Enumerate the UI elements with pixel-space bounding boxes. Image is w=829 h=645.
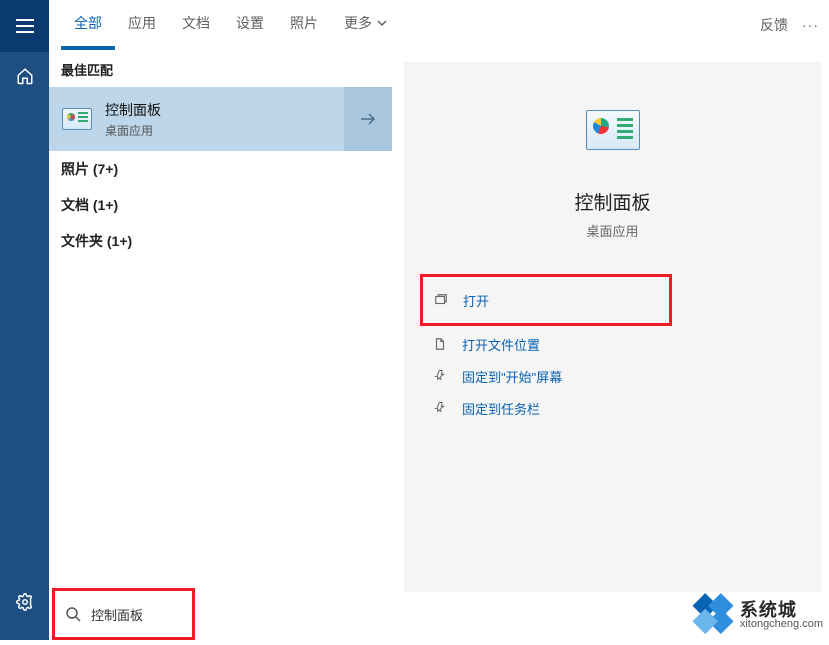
watermark-logo-icon xyxy=(683,585,742,644)
action-label: 打开 xyxy=(463,291,489,310)
preview-panel: 控制面板 桌面应用 打开 打开文件位置 固定到"开始"屏幕 固定到任务栏 xyxy=(404,62,821,592)
tab-more[interactable]: 更多 xyxy=(331,0,400,50)
search-input[interactable] xyxy=(91,607,185,622)
tab-apps[interactable]: 应用 xyxy=(115,0,169,50)
action-pin-start[interactable]: 固定到"开始"屏幕 xyxy=(422,360,821,392)
tab-photos[interactable]: 照片 xyxy=(277,0,331,50)
watermark-en: xitongcheng.com xyxy=(740,619,823,630)
tab-all[interactable]: 全部 xyxy=(61,0,115,50)
menu-button[interactable] xyxy=(0,0,49,52)
feedback-link[interactable]: 反馈 xyxy=(748,15,800,35)
preview-title: 控制面板 xyxy=(574,188,650,215)
home-icon xyxy=(16,67,34,85)
expand-button[interactable] xyxy=(344,87,392,151)
search-icon xyxy=(65,606,81,622)
tab-settings[interactable]: 设置 xyxy=(223,0,277,50)
open-icon xyxy=(433,292,449,308)
action-list: 打开 打开文件位置 固定到"开始"屏幕 固定到任务栏 xyxy=(404,240,821,424)
cortana-sidebar xyxy=(0,0,49,640)
control-panel-icon xyxy=(62,108,92,130)
chevron-down-icon xyxy=(377,20,387,26)
pin-start-icon xyxy=(432,368,448,384)
best-match-header: 最佳匹配 xyxy=(49,50,392,87)
action-label: 打开文件位置 xyxy=(462,335,540,354)
tab-more-label: 更多 xyxy=(344,0,372,46)
result-text-col: 控制面板 桌面应用 xyxy=(105,100,344,139)
gear-icon xyxy=(16,593,34,611)
action-open[interactable]: 打开 xyxy=(420,274,672,326)
control-panel-large-icon xyxy=(586,110,640,150)
category-documents[interactable]: 文档 (1+) xyxy=(49,187,392,223)
results-panel: 最佳匹配 控制面板 桌面应用 照片 (7+) 文档 (1+) 文件夹 (1+) xyxy=(49,50,392,588)
home-button[interactable] xyxy=(0,52,49,100)
search-bar[interactable] xyxy=(52,588,195,640)
category-folders[interactable]: 文件夹 (1+) xyxy=(49,223,392,259)
settings-button[interactable] xyxy=(0,578,49,626)
category-photos[interactable]: 照片 (7+) xyxy=(49,151,392,187)
best-match-control-panel[interactable]: 控制面板 桌面应用 xyxy=(49,87,392,151)
action-pin-taskbar[interactable]: 固定到任务栏 xyxy=(422,392,821,424)
arrow-right-icon xyxy=(360,113,376,125)
action-open-file-location[interactable]: 打开文件位置 xyxy=(422,328,821,360)
action-label: 固定到"开始"屏幕 xyxy=(462,367,562,386)
action-label: 固定到任务栏 xyxy=(462,399,540,418)
search-icon-col xyxy=(55,606,91,622)
watermark-text: 系统城 xitongcheng.com xyxy=(740,601,823,630)
result-icon-col xyxy=(49,108,105,130)
result-title: 控制面板 xyxy=(105,100,344,120)
pin-taskbar-icon xyxy=(432,400,448,416)
more-options-button[interactable]: ··· xyxy=(800,17,829,33)
watermark-cn: 系统城 xyxy=(740,601,823,619)
preview-subtitle: 桌面应用 xyxy=(586,221,638,240)
hamburger-icon xyxy=(16,19,34,33)
filter-tabs: 全部 应用 文档 设置 照片 更多 反馈 ··· xyxy=(49,0,829,50)
watermark: 系统城 xitongcheng.com xyxy=(692,594,823,636)
tab-documents[interactable]: 文档 xyxy=(169,0,223,50)
result-subtitle: 桌面应用 xyxy=(105,122,344,139)
file-location-icon xyxy=(432,336,448,352)
